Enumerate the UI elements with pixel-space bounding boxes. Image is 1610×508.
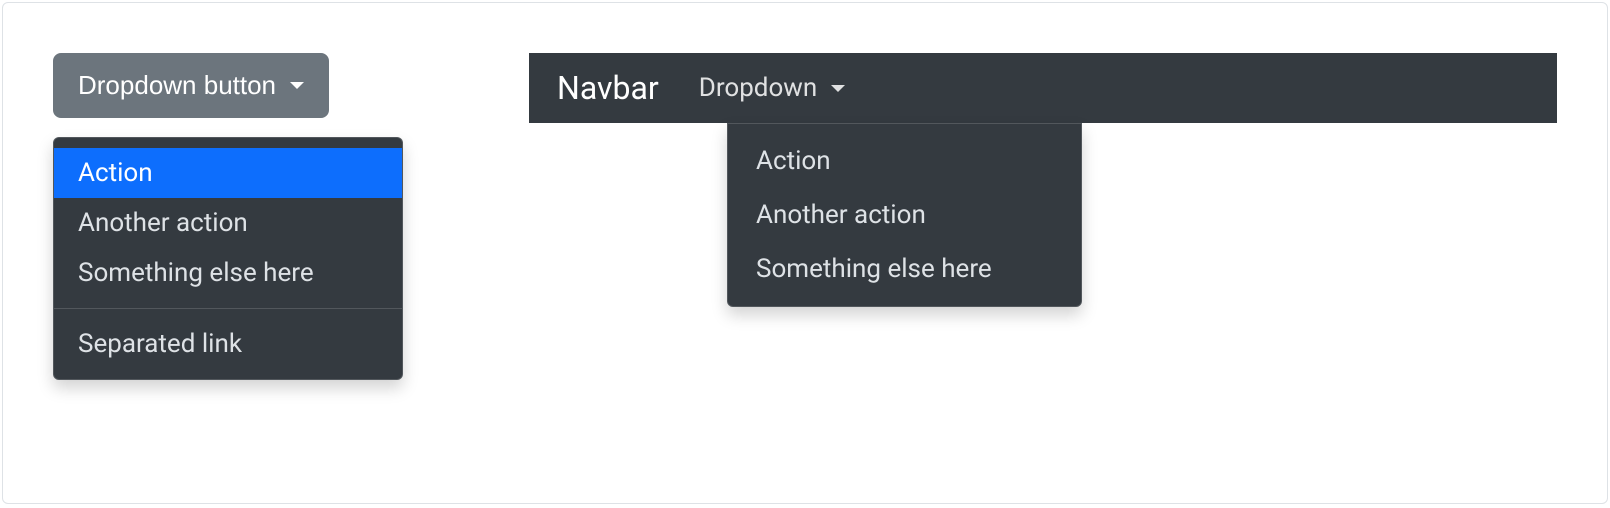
navbar-dropdown-item-another-action[interactable]: Another action (728, 188, 1081, 242)
dropdown-item-action[interactable]: Action (54, 148, 402, 198)
dropdown-item-separated[interactable]: Separated link (54, 319, 402, 369)
navbar-wrapper: Navbar Dropdown Action Another action So… (529, 53, 1557, 123)
navbar-dropdown-item-action[interactable]: Action (728, 134, 1081, 188)
navbar-dropdown-menu: Action Another action Something else her… (727, 123, 1082, 307)
example-card: Dropdown button Action Another action So… (2, 2, 1608, 504)
dropdown-button[interactable]: Dropdown button (53, 53, 329, 118)
navbar: Navbar Dropdown (529, 53, 1557, 123)
dropdown-menu: Action Another action Something else her… (53, 137, 403, 380)
content-row: Dropdown button Action Another action So… (53, 53, 1557, 123)
dropdown-divider (54, 308, 402, 309)
navbar-brand[interactable]: Navbar (557, 69, 659, 107)
navbar-dropdown-label: Dropdown (699, 73, 817, 103)
dropdown-item-something-else[interactable]: Something else here (54, 248, 402, 298)
dropdown-button-label: Dropdown button (78, 66, 276, 105)
caret-down-icon (831, 85, 845, 92)
caret-down-icon (290, 82, 304, 89)
navbar-dropdown-toggle[interactable]: Dropdown (699, 73, 845, 103)
dropdown-button-wrapper: Dropdown button Action Another action So… (53, 53, 329, 118)
dropdown-item-another-action[interactable]: Another action (54, 198, 402, 248)
navbar-dropdown-item-something-else[interactable]: Something else here (728, 242, 1081, 296)
